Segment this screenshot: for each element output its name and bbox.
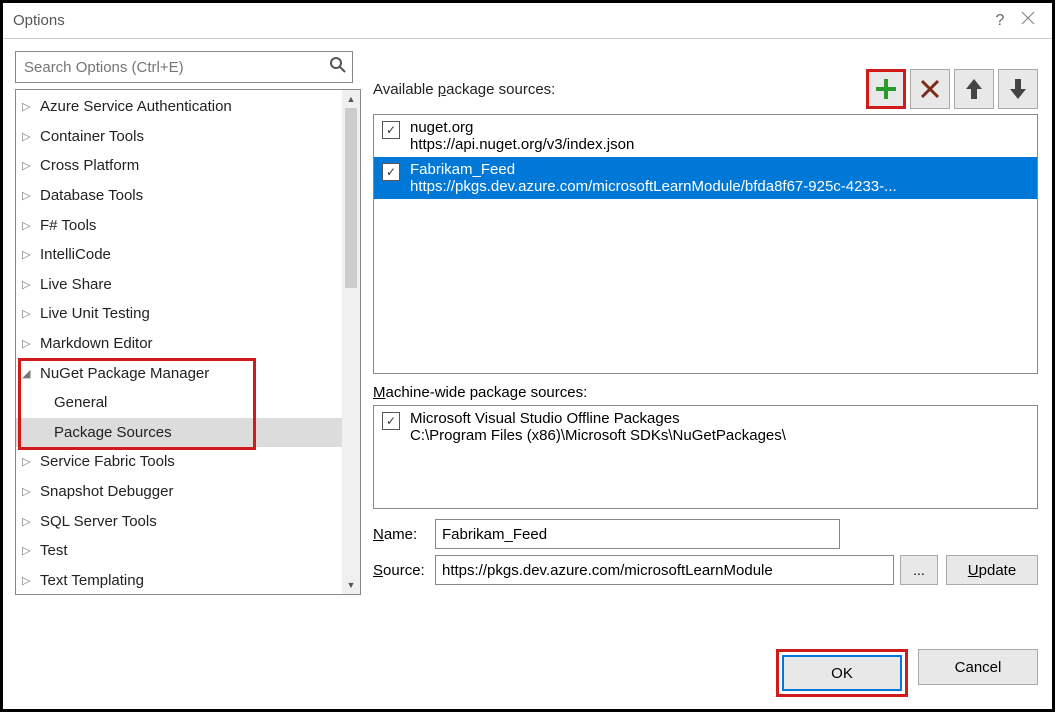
right-panel: Available package sources: ✓nuget.orghtt…	[363, 39, 1052, 709]
tree-item-label: Live Share	[40, 276, 112, 293]
source-name: nuget.org	[410, 119, 634, 136]
checkbox[interactable]: ✓	[382, 412, 400, 430]
tree-scrollbar[interactable]: ▲ ▼	[342, 90, 360, 594]
name-label: Name:	[373, 526, 435, 543]
collapsed-icon[interactable]: ▷	[22, 515, 36, 528]
ok-button[interactable]: OK	[782, 655, 902, 691]
source-label: Source:	[373, 562, 435, 579]
tree-item-label: SQL Server Tools	[40, 513, 157, 530]
update-button[interactable]: Update	[946, 555, 1038, 585]
tree-item[interactable]: ▷ Markdown Editor	[16, 329, 360, 359]
tree-item-label: Container Tools	[40, 128, 144, 145]
remove-source-button[interactable]	[910, 69, 950, 109]
ok-highlight-box: OK	[776, 649, 908, 697]
source-url: https://api.nuget.org/v3/index.json	[410, 136, 634, 153]
tree-item-label: Text Templating	[40, 572, 144, 589]
tree-item-label: Package Sources	[54, 424, 172, 441]
collapsed-icon[interactable]: ▷	[22, 219, 36, 232]
tree-item-label: Snapshot Debugger	[40, 483, 173, 500]
collapsed-icon[interactable]: ▷	[22, 100, 36, 113]
collapsed-icon[interactable]: ▷	[22, 189, 36, 202]
tree-item[interactable]: ▷ Snapshot Debugger	[16, 477, 360, 507]
title-bar: Options ?	[3, 3, 1052, 39]
tree-item[interactable]: ▷ Database Tools	[16, 181, 360, 211]
tree-item-label: IntelliCode	[40, 246, 111, 263]
checkbox[interactable]: ✓	[382, 163, 400, 181]
tree-item-label: Cross Platform	[40, 157, 139, 174]
source-input[interactable]	[435, 555, 894, 585]
tree-item[interactable]: General	[16, 388, 360, 418]
tree-item[interactable]: ▷ Text Templating	[16, 566, 360, 596]
search-input[interactable]	[15, 51, 353, 83]
tree-item-label: Live Unit Testing	[40, 305, 150, 322]
collapsed-icon[interactable]: ▷	[22, 278, 36, 291]
source-url: C:\Program Files (x86)\Microsoft SDKs\Nu…	[410, 427, 786, 444]
package-sources-list[interactable]: ✓ nuget.orghttps://api.nuget.org/v3/index…	[373, 114, 1038, 374]
tree-item[interactable]: ▷ SQL Server Tools	[16, 506, 360, 536]
options-tree[interactable]: ▷ Azure Service Authentication ▷ Container …	[15, 89, 361, 595]
collapsed-icon[interactable]: ▷	[22, 248, 36, 261]
close-icon[interactable]	[1014, 11, 1042, 30]
machine-sources-list[interactable]: ✓ Microsoft Visual Studio Offline Package…	[373, 405, 1038, 509]
tree-item-label: NuGet Package Manager	[40, 365, 209, 382]
tree-item-label: General	[54, 394, 107, 411]
source-name: Microsoft Visual Studio Offline Packages	[410, 410, 786, 427]
scroll-down-icon[interactable]: ▼	[342, 576, 360, 594]
available-sources-label: Available package sources:	[373, 81, 555, 98]
tree-item-label: F# Tools	[40, 217, 96, 234]
move-up-button[interactable]	[954, 69, 994, 109]
search-icon	[329, 56, 347, 79]
tree-item[interactable]: ▷ Live Unit Testing	[16, 299, 360, 329]
collapsed-icon[interactable]: ▷	[22, 574, 36, 587]
tree-item[interactable]: ▷ Test	[16, 536, 360, 566]
source-item[interactable]: ✓ nuget.orghttps://api.nuget.org/v3/index…	[374, 115, 1037, 157]
help-icon[interactable]: ?	[986, 12, 1014, 30]
tree-item-label: Azure Service Authentication	[40, 98, 232, 115]
move-down-button[interactable]	[998, 69, 1038, 109]
tree-item[interactable]: ◢ NuGet Package Manager	[16, 358, 360, 388]
browse-button[interactable]: ...	[900, 555, 938, 585]
tree-item[interactable]: Package Sources	[16, 418, 360, 448]
collapsed-icon[interactable]: ▷	[22, 159, 36, 172]
left-panel: ▷ Azure Service Authentication ▷ Container …	[3, 39, 363, 709]
tree-item[interactable]: ▷ Azure Service Authentication	[16, 92, 360, 122]
collapsed-icon[interactable]: ▷	[22, 130, 36, 143]
source-url: https://pkgs.dev.azure.com/microsoftLear…	[410, 178, 897, 195]
tree-item[interactable]: ▷ IntelliCode	[16, 240, 360, 270]
checkbox[interactable]: ✓	[382, 121, 400, 139]
cancel-button[interactable]: Cancel	[918, 649, 1038, 685]
machine-sources-label: Machine-wide package sources:	[373, 384, 1038, 401]
scroll-up-icon[interactable]: ▲	[342, 90, 360, 108]
expanded-icon[interactable]: ◢	[22, 367, 36, 380]
add-source-button[interactable]	[866, 69, 906, 109]
tree-item[interactable]: ▷ Live Share	[16, 270, 360, 300]
collapsed-icon[interactable]: ▷	[22, 544, 36, 557]
tree-item-label: Markdown Editor	[40, 335, 153, 352]
tree-item-label: Test	[40, 542, 68, 559]
collapsed-icon[interactable]: ▷	[22, 337, 36, 350]
collapsed-icon[interactable]: ▷	[22, 455, 36, 468]
tree-item[interactable]: ▷ Service Fabric Tools	[16, 447, 360, 477]
collapsed-icon[interactable]: ▷	[22, 307, 36, 320]
source-item[interactable]: ✓ Fabrikam_Feedhttps://pkgs.dev.azure.com…	[374, 157, 1037, 199]
tree-item-label: Service Fabric Tools	[40, 453, 175, 470]
tree-item[interactable]: ▷ Cross Platform	[16, 151, 360, 181]
window-title: Options	[13, 12, 986, 29]
collapsed-icon[interactable]: ▷	[22, 485, 36, 498]
tree-item-label: Database Tools	[40, 187, 143, 204]
source-item[interactable]: ✓ Microsoft Visual Studio Offline Package…	[374, 406, 1037, 448]
source-name: Fabrikam_Feed	[410, 161, 897, 178]
tree-item[interactable]: ▷ F# Tools	[16, 210, 360, 240]
tree-item[interactable]: ▷ Container Tools	[16, 122, 360, 152]
name-input[interactable]	[435, 519, 840, 549]
scroll-thumb[interactable]	[345, 108, 357, 288]
